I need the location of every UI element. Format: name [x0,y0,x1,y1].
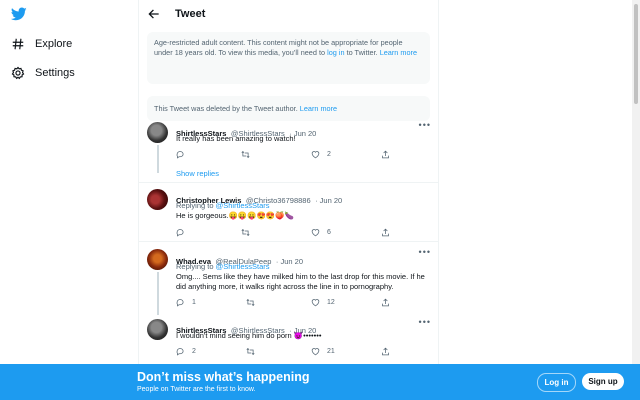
page-title: Tweet [175,8,206,20]
tweet-actions: 2 21 [176,347,396,357]
sidebar-item-label: Explore [35,38,73,50]
mention-link[interactable]: @ShirtlessStars [216,262,270,271]
reply-count: 1 [192,299,196,306]
heart-icon [311,299,320,307]
share-icon [382,298,389,307]
share-button[interactable] [381,298,397,307]
tweet[interactable]: Whad.eva @RealDulaPeep · Jun 20 ••• Repl… [139,242,438,315]
sidebar-item-label: Settings [35,67,75,79]
tweet-text: It really has been amazing to watch! [176,134,296,143]
heart-icon [311,348,320,356]
tweet[interactable]: Christopher Lewis @Christo36798886 · Jun… [139,183,438,242]
reply-count: 2 [192,348,196,355]
reply-button[interactable] [176,228,192,237]
gear-icon [11,66,25,80]
avatar[interactable] [147,319,168,340]
avatar[interactable] [147,122,168,143]
twitter-bird-icon[interactable] [11,6,27,22]
page-header: Tweet [139,0,438,28]
like-count: 6 [327,229,331,236]
reply-icon [176,229,184,237]
reply-icon [176,348,184,356]
banner-subtitle: People on Twitter are the first to know. [137,386,256,393]
thread-line [157,272,159,315]
share-icon [382,228,389,237]
thread-line [157,145,159,173]
like-button[interactable]: 6 [311,228,331,237]
reply-button[interactable]: 2 [176,347,196,356]
retweet-icon [246,298,255,307]
replying-to-label: Replying to [176,262,214,271]
retweet-button[interactable] [246,298,262,307]
sidebar: Explore Settings [0,0,138,400]
like-count: 2 [327,151,331,158]
tweet-date[interactable]: · Jun 20 [276,257,303,266]
age-restricted-notice: Age-restricted adult content. This conte… [147,32,430,84]
retweet-button[interactable] [246,347,262,356]
replying-to-label: Replying to [176,201,214,210]
age-notice-text-2: to Twitter. [346,48,378,57]
reply-icon [176,151,184,159]
banner-title: Don’t miss what’s happening [137,370,310,384]
retweet-icon [246,347,255,356]
login-button[interactable]: Log in [537,373,576,392]
tweet-actions: 2 [176,150,396,160]
learn-more-link[interactable]: Learn more [300,104,337,114]
more-icon[interactable]: ••• [419,120,431,130]
scrollbar-thumb[interactable] [634,4,638,104]
tweet-text: He is gorgeous.😛😛😛😍😍🍑🍆 [176,211,294,220]
sidebar-item-explore[interactable]: Explore [11,37,72,51]
tweet[interactable]: ShirtlessStars @ShirtlessStars · Jun 20 … [139,118,438,183]
deleted-notice-text: This Tweet was deleted by the Tweet auth… [154,103,298,113]
like-button[interactable]: 2 [311,150,331,159]
reply-button[interactable] [176,150,192,159]
heart-icon [311,229,320,237]
tweet-actions: 6 [176,228,396,238]
share-icon [382,150,389,159]
more-icon[interactable]: ••• [419,247,431,257]
avatar[interactable] [147,249,168,270]
tweet-text: I wouldn't mind seeing him do porn 😈••••… [176,331,322,340]
learn-more-link[interactable]: Learn more [380,48,417,57]
share-icon [382,347,389,356]
tweet-actions: 1 12 [176,298,396,308]
like-button[interactable]: 21 [311,347,335,356]
share-button[interactable] [381,150,397,159]
signup-button[interactable]: Sign up [582,373,624,390]
tweet-text: Omg.... Sems like they have milked him t… [176,272,425,291]
like-count: 21 [327,348,335,355]
retweet-button[interactable] [241,150,257,159]
show-replies-link[interactable]: Show replies [176,169,219,178]
avatar[interactable] [147,189,168,210]
signup-banner: Don’t miss what’s happening People on Tw… [0,364,640,400]
mention-link[interactable]: @ShirtlessStars [216,201,270,210]
main-column: Tweet Age-restricted adult content. This… [138,0,439,400]
reply-icon [176,299,184,307]
heart-icon [311,151,320,159]
hash-icon [12,38,24,50]
reply-button[interactable]: 1 [176,298,196,307]
retweet-button[interactable] [241,228,257,237]
back-arrow-icon[interactable] [147,7,161,21]
more-icon[interactable]: ••• [419,317,431,327]
share-button[interactable] [381,228,397,237]
login-link[interactable]: log in [327,48,344,57]
share-button[interactable] [381,347,397,356]
tweet[interactable]: ShirtlessStars @ShirtlessStars · Jun 20 … [139,315,438,365]
tweet-date[interactable]: · Jun 20 [315,196,342,205]
like-button[interactable]: 12 [311,298,335,307]
like-count: 12 [327,299,335,306]
retweet-icon [241,150,250,159]
retweet-icon [241,228,250,237]
sidebar-item-settings[interactable]: Settings [11,66,75,80]
